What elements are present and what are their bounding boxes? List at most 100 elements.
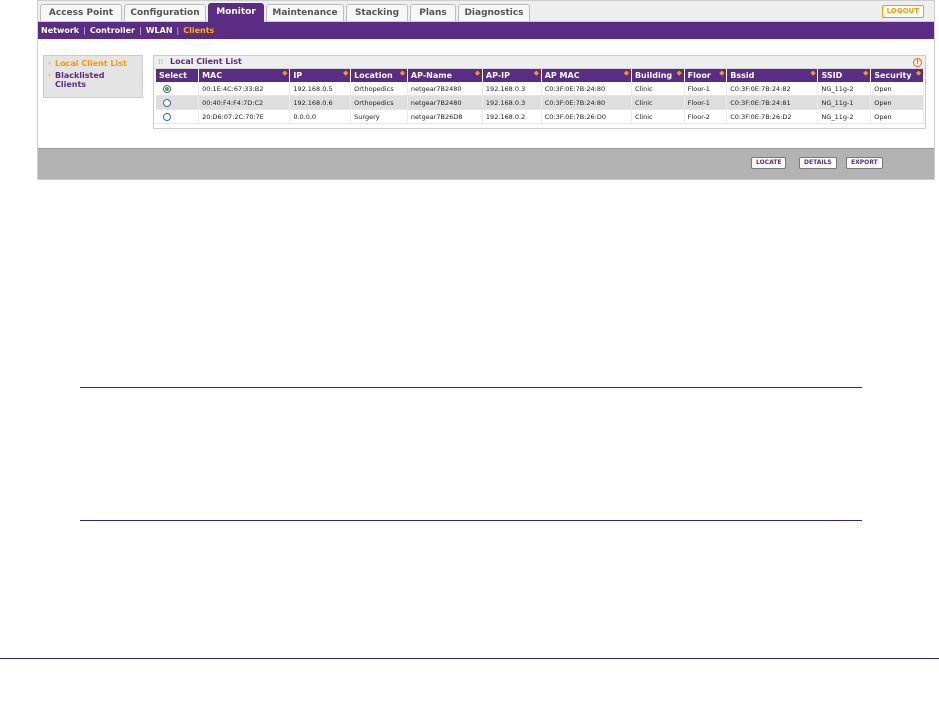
subnav-wlan[interactable]: WLAN bbox=[146, 26, 173, 35]
column-header-floor[interactable]: Floor ⬥ bbox=[684, 69, 728, 82]
cell-ssid: NG_11g-2 bbox=[817, 82, 872, 96]
divider-rule bbox=[80, 520, 862, 521]
panel-title: Local Client List bbox=[170, 57, 242, 66]
cell-building: Clinic bbox=[631, 109, 685, 124]
column-header-label: Location bbox=[354, 71, 393, 80]
column-header-ip[interactable]: IP ⬥ bbox=[289, 69, 352, 82]
main-tab-bar: Access Point Configuration Monitor Maint… bbox=[38, 1, 934, 23]
tab-plans[interactable]: Plans bbox=[410, 4, 456, 21]
bullet-arrow-icon: › bbox=[48, 59, 51, 67]
cell-building: Clinic bbox=[631, 82, 685, 96]
column-header-label: MAC bbox=[202, 71, 223, 80]
column-header-label: AP-Name bbox=[410, 71, 452, 80]
sort-icon[interactable]: ⬥ bbox=[343, 69, 348, 78]
logout-button[interactable]: LOGOUT bbox=[881, 5, 924, 18]
subnav-separator: | bbox=[139, 26, 142, 35]
sort-icon[interactable]: ⬥ bbox=[719, 69, 724, 78]
column-header-label: AP-IP bbox=[485, 71, 510, 80]
sort-icon[interactable]: ⬥ bbox=[624, 69, 629, 78]
row-select-radio[interactable] bbox=[163, 84, 171, 93]
client-table: Select MAC ⬥ IP ⬥ Location ⬥ AP-Name ⬥ AP-IP… bbox=[156, 69, 924, 124]
column-header-label: Building bbox=[634, 71, 673, 80]
cell-ssid: NG_11g-2 bbox=[817, 109, 872, 124]
cell-ip: 192.168.0.5 bbox=[289, 82, 352, 96]
column-header-ap-name[interactable]: AP-Name ⬥ bbox=[407, 69, 483, 82]
cell-floor: Floor-2 bbox=[684, 109, 728, 124]
column-header-mac[interactable]: MAC ⬥ bbox=[198, 69, 291, 82]
sub-navigation: Network | Controller | WLAN | Clients bbox=[38, 22, 934, 39]
tab-monitor[interactable]: Monitor bbox=[208, 3, 264, 23]
column-header-bssid[interactable]: Bssid ⬥ bbox=[726, 69, 819, 82]
column-header-building[interactable]: Building ⬥ bbox=[631, 69, 685, 82]
cell-bssid: C0:3F:0E:7B:24:82 bbox=[726, 82, 819, 96]
table-row[interactable]: 00:40:F4:F4:7D:C2 192.168.0.6 Orthopedic… bbox=[156, 95, 924, 110]
cell-ap-mac: C0:3F:0E:7B:24:80 bbox=[541, 95, 632, 110]
cell-floor: Floor-1 bbox=[684, 82, 728, 96]
sort-icon[interactable]: ⬥ bbox=[534, 69, 539, 78]
select-cell bbox=[156, 82, 200, 96]
cell-building: Clinic bbox=[631, 95, 685, 110]
column-header-ap-ip[interactable]: AP-IP ⬥ bbox=[482, 69, 542, 82]
cell-mac: 20:D6:07:2C:70:7E bbox=[198, 109, 291, 124]
sort-icon[interactable]: ⬥ bbox=[475, 69, 480, 78]
row-select-radio[interactable] bbox=[163, 98, 171, 107]
cell-security: Open bbox=[870, 95, 924, 110]
cell-location: Surgery bbox=[350, 109, 408, 124]
app-window: Access Point Configuration Monitor Maint… bbox=[37, 0, 935, 180]
subnav-network[interactable]: Network bbox=[41, 26, 79, 35]
cell-bssid: C0:3F:0E:7B:26:D2 bbox=[726, 109, 819, 124]
divider-rule bbox=[0, 658, 939, 659]
cell-ap-ip: 192.168.0.3 bbox=[482, 95, 542, 110]
tab-stacking[interactable]: Stacking bbox=[346, 4, 408, 21]
sort-icon[interactable]: ⬥ bbox=[863, 69, 868, 78]
client-list-panel: ⁞⁞ Local Client List ! Select MAC ⬥ IP ⬥ L… bbox=[153, 55, 926, 129]
cell-ip: 0.0.0.0 bbox=[289, 109, 352, 124]
sidebar-item-local-client-list[interactable]: › Local Client List bbox=[48, 59, 138, 68]
divider-rule bbox=[80, 387, 862, 388]
help-icon[interactable]: ! bbox=[913, 58, 922, 67]
cell-ap-mac: C0:3F:0E:7B:26:D0 bbox=[541, 109, 632, 124]
tab-access-point[interactable]: Access Point bbox=[40, 4, 122, 21]
action-bar: LOCATE DETAILS EXPORT bbox=[38, 148, 934, 179]
cell-ssid: NG_11g-1 bbox=[817, 95, 872, 110]
table-row[interactable]: 20:D6:07:2C:70:7E 0.0.0.0 Surgery netgea… bbox=[156, 109, 924, 124]
subnav-separator: | bbox=[176, 26, 180, 35]
subnav-controller[interactable]: Controller bbox=[90, 26, 135, 35]
column-header-label: Security bbox=[874, 71, 912, 80]
column-header-ap-mac[interactable]: AP MAC ⬥ bbox=[541, 69, 632, 82]
row-select-radio[interactable] bbox=[163, 112, 171, 121]
column-header-select[interactable]: Select bbox=[156, 69, 200, 82]
cell-mac: 00:40:F4:F4:7D:C2 bbox=[198, 95, 291, 110]
cell-mac: 00:1E:4C:67:33:B2 bbox=[198, 82, 291, 96]
table-row[interactable]: 00:1E:4C:67:33:B2 192.168.0.5 Orthopedic… bbox=[156, 82, 924, 96]
column-header-ssid[interactable]: SSID ⬥ bbox=[817, 69, 872, 82]
column-header-security[interactable]: Security ⬥ bbox=[870, 69, 924, 82]
tab-maintenance[interactable]: Maintenance bbox=[266, 4, 344, 21]
tab-diagnostics[interactable]: Diagnostics bbox=[458, 4, 530, 21]
locate-button[interactable]: LOCATE bbox=[751, 157, 787, 169]
column-header-location[interactable]: Location ⬥ bbox=[350, 69, 408, 82]
sort-icon[interactable]: ⬥ bbox=[282, 69, 287, 78]
cell-ap-name: netgear7B2480 bbox=[407, 82, 483, 96]
select-cell bbox=[156, 109, 200, 124]
bullet-arrow-icon: › bbox=[48, 71, 51, 79]
sort-icon[interactable]: ⬥ bbox=[811, 69, 816, 78]
panel-grip-icon: ⁞⁞ bbox=[158, 58, 164, 66]
cell-ap-ip: 192.168.0.3 bbox=[482, 82, 542, 96]
cell-ap-ip: 192.168.0.2 bbox=[482, 109, 542, 124]
cell-ap-mac: C0:3F:0E:7B:24:80 bbox=[541, 82, 632, 96]
sort-icon[interactable]: ⬥ bbox=[916, 69, 921, 78]
cell-ap-name: netgear7B2480 bbox=[407, 95, 483, 110]
sort-icon[interactable]: ⬥ bbox=[400, 69, 405, 78]
subnav-clients[interactable]: Clients bbox=[183, 26, 214, 35]
sort-icon[interactable]: ⬥ bbox=[677, 69, 682, 78]
sidebar-item-label: Local Client List bbox=[55, 59, 127, 68]
sidebar-item-blacklisted-clients[interactable]: › Blacklisted Clients bbox=[48, 71, 138, 89]
tab-configuration[interactable]: Configuration bbox=[124, 4, 206, 21]
sidebar-item-label: Blacklisted Clients bbox=[55, 71, 105, 89]
export-button[interactable]: EXPORT bbox=[846, 157, 883, 169]
details-button[interactable]: DETAILS bbox=[799, 157, 837, 169]
sidebar: › Local Client List › Blacklisted Client… bbox=[43, 55, 143, 98]
panel-header: ⁞⁞ Local Client List ! bbox=[154, 56, 925, 69]
cell-ap-name: netgear7B26D8 bbox=[407, 109, 483, 124]
